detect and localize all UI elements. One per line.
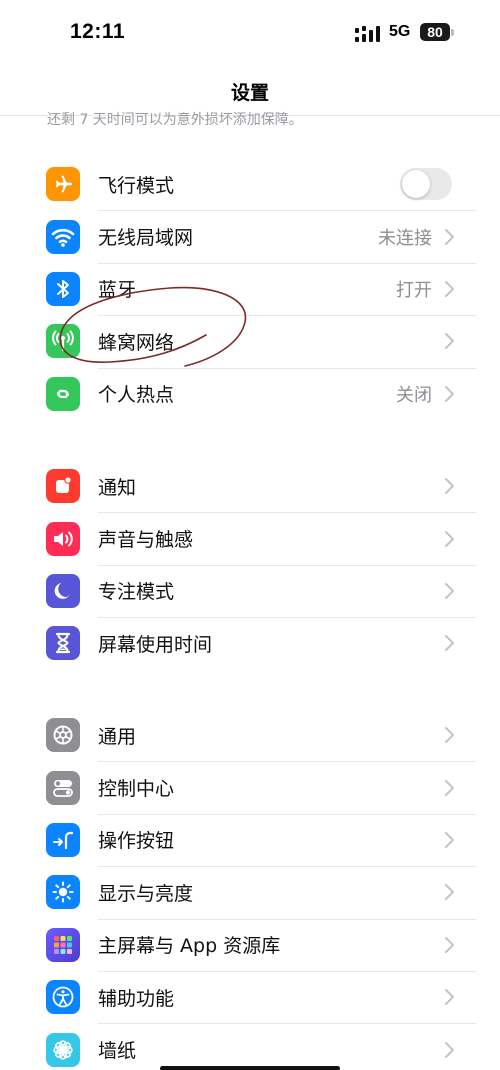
chevron-right-icon <box>445 779 454 796</box>
chevron-right-icon <box>445 884 454 901</box>
settings-row-airplane-mode[interactable]: 飞行模式 <box>0 158 500 210</box>
row-label: 飞行模式 <box>98 174 175 197</box>
row-value: 未连接 <box>378 227 432 249</box>
sound-icon <box>46 521 80 556</box>
row-label: 无线局域网 <box>98 227 194 250</box>
hotspot-icon <box>46 376 80 411</box>
row-label: 墙纸 <box>98 1040 137 1063</box>
settings-row-notifications[interactable]: 通知 <box>0 460 500 512</box>
settings-row-accessibility[interactable]: 辅助功能 <box>0 970 500 1023</box>
settings-row-screen-time[interactable]: 屏幕使用时间 <box>0 617 500 669</box>
network-type-label: 5G <box>389 23 411 40</box>
row-value: 打开 <box>396 279 432 301</box>
settings-row-wallpaper[interactable]: 墙纸 <box>0 1023 500 1070</box>
page-title: 设置 <box>230 82 269 104</box>
battery-tip <box>451 29 454 36</box>
airplane-mode-toggle[interactable] <box>400 168 452 201</box>
home-screen-icon <box>46 927 80 962</box>
row-label: 通知 <box>98 476 137 499</box>
chevron-right-icon <box>445 582 454 599</box>
settings-group-general: 通用 控制中心 操作按钮 显示与亮度 主屏幕与 App 资源库 辅助功能 墙纸 <box>0 709 500 1070</box>
row-label: 蓝牙 <box>98 279 137 302</box>
chevron-right-icon <box>445 530 454 547</box>
chevron-right-icon <box>445 989 454 1006</box>
row-label: 屏幕使用时间 <box>98 633 213 656</box>
action-button-icon <box>46 822 80 857</box>
chevron-right-icon <box>445 1041 454 1058</box>
chevron-right-icon <box>445 478 454 495</box>
toggle-knob <box>402 170 430 199</box>
settings-row-focus[interactable]: 专注模式 <box>0 564 500 617</box>
row-label: 辅助功能 <box>98 987 175 1010</box>
brightness-icon <box>46 875 80 910</box>
chevron-right-icon <box>445 228 454 245</box>
settings-row-sounds[interactable]: 声音与触感 <box>0 512 500 564</box>
status-bar: 12:11 5G 80 <box>0 0 500 64</box>
settings-group-notifications: 通知 声音与触感 专注模式 屏幕使用时间 <box>0 460 500 670</box>
control-center-icon <box>46 770 80 805</box>
row-label: 专注模式 <box>98 581 175 604</box>
chevron-right-icon <box>445 280 454 297</box>
row-label: 个人热点 <box>98 384 175 407</box>
home-indicator[interactable] <box>160 1066 340 1070</box>
settings-row-control-center[interactable]: 控制中心 <box>0 761 500 813</box>
status-time: 12:11 <box>70 20 126 43</box>
battery-icon: 80 <box>420 23 450 41</box>
wallpaper-icon <box>46 1032 80 1067</box>
hourglass-icon <box>46 626 80 661</box>
row-label: 操作按钮 <box>98 830 175 853</box>
moon-icon <box>46 573 80 608</box>
settings-row-display[interactable]: 显示与亮度 <box>0 866 500 918</box>
wifi-icon <box>46 219 80 254</box>
chevron-right-icon <box>445 385 454 402</box>
settings-row-wifi[interactable]: 无线局域网 未连接 <box>0 210 500 262</box>
airplane-icon <box>46 167 80 202</box>
settings-row-home-screen[interactable]: 主屏幕与 App 资源库 <box>0 918 500 971</box>
row-label: 蜂窝网络 <box>98 331 175 354</box>
row-label: 通用 <box>98 725 137 748</box>
row-label: 主屏幕与 App 资源库 <box>98 935 281 958</box>
settings-row-hotspot[interactable]: 个人热点 关闭 <box>0 367 500 420</box>
row-label: 声音与触感 <box>98 529 194 552</box>
chevron-right-icon <box>445 831 454 848</box>
gear-icon <box>46 718 80 753</box>
row-label: 控制中心 <box>98 778 175 801</box>
row-label: 显示与亮度 <box>98 882 194 905</box>
warranty-hint: 还剩 7 天时间可以为意外损坏添加保障。 <box>47 112 303 128</box>
row-value: 关闭 <box>396 384 432 406</box>
signal-strength-icon <box>355 26 380 42</box>
chevron-right-icon <box>445 635 454 652</box>
chevron-right-icon <box>445 727 454 744</box>
settings-row-cellular[interactable]: 蜂窝网络 <box>0 315 500 367</box>
accessibility-icon <box>46 980 80 1015</box>
bluetooth-icon <box>46 271 80 306</box>
settings-row-general[interactable]: 通用 <box>0 709 500 761</box>
cellular-icon <box>46 324 80 359</box>
chevron-right-icon <box>445 936 454 953</box>
settings-group-connectivity: 飞行模式 无线局域网 未连接 蓝牙 打开 蜂窝网络 个人热点 关闭 <box>0 158 500 420</box>
settings-row-bluetooth[interactable]: 蓝牙 打开 <box>0 262 500 315</box>
notification-icon <box>46 469 80 504</box>
settings-row-action-button[interactable]: 操作按钮 <box>0 813 500 866</box>
chevron-right-icon <box>445 333 454 350</box>
battery-level: 80 <box>427 24 443 40</box>
